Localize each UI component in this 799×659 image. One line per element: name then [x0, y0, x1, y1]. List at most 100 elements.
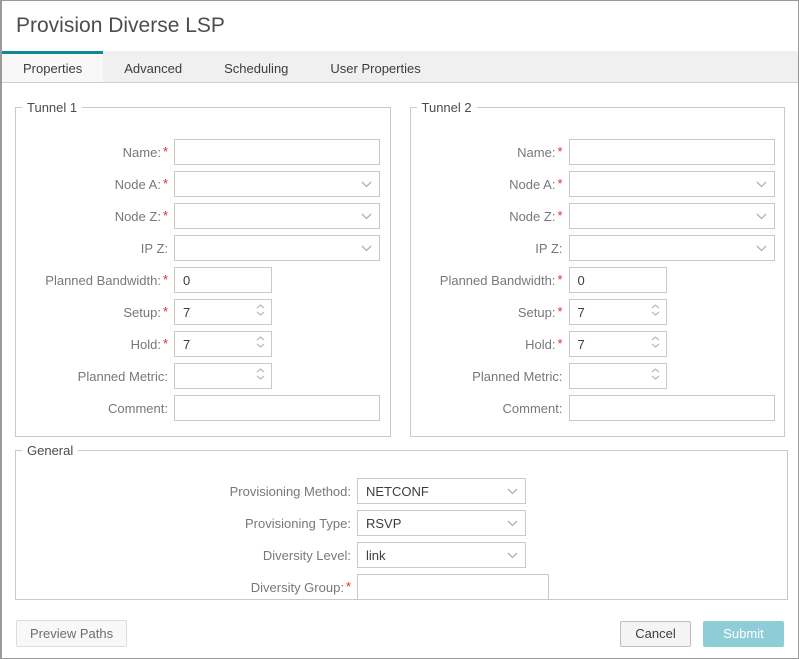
- field-label: Planned Bandwidth:: [45, 272, 161, 288]
- spinner-up-icon[interactable]: [651, 336, 660, 341]
- tunnel1-fieldset: Tunnel 1 Name: * Node A: * Node Z: * IP …: [15, 100, 391, 437]
- provisioning-method-select[interactable]: [357, 478, 526, 504]
- field-label: Node A:: [114, 176, 161, 192]
- form-row: Planned Bandwidth: *: [16, 267, 390, 293]
- required-marker: *: [557, 175, 563, 191]
- provisioning-type-select[interactable]: [357, 510, 526, 536]
- tunnel2-fieldset: Tunnel 2 Name: * Node A: * Node Z: * IP …: [409, 100, 785, 437]
- tunnel2-node-z-select[interactable]: [568, 203, 775, 229]
- spinner-down-icon[interactable]: [651, 343, 660, 348]
- form-row: Planned Metric:: [411, 363, 785, 389]
- tunnel1-node-z-select[interactable]: [174, 203, 380, 229]
- form-row: Comment:: [411, 395, 785, 421]
- tab-properties[interactable]: Properties: [2, 51, 104, 82]
- form-row: Provisioning Type:: [16, 510, 787, 536]
- form-row: Node Z: *: [16, 203, 390, 229]
- cancel-button[interactable]: Cancel: [620, 620, 691, 647]
- field-label: IP Z:: [140, 240, 168, 256]
- form-row: Diversity Level:: [16, 542, 787, 568]
- form-row: Node Z: *: [411, 203, 785, 229]
- form-row: IP Z:: [16, 235, 390, 261]
- field-label: Planned Metric:: [472, 368, 563, 384]
- diversity-level-select[interactable]: [357, 542, 526, 568]
- form-row: Setup: *: [411, 299, 785, 325]
- form-row: Hold: *: [411, 331, 785, 357]
- form-row: Planned Metric:: [16, 363, 390, 389]
- form-row: IP Z:: [411, 235, 785, 261]
- required-marker: *: [162, 175, 168, 191]
- required-marker: *: [345, 578, 351, 594]
- tunnel2-comment-input[interactable]: [568, 395, 775, 421]
- field-label: Name:: [517, 144, 556, 160]
- tab-bar: Properties Advanced Scheduling User Prop…: [2, 51, 798, 83]
- tunnel1-ip-z-select[interactable]: [174, 235, 380, 261]
- field-label: Node A:: [509, 176, 556, 192]
- required-marker: *: [162, 207, 168, 223]
- required-marker: *: [557, 143, 563, 159]
- general-legend: General: [27, 443, 74, 458]
- form-row: Diversity Group: *: [16, 574, 787, 600]
- form-row: Setup: *: [16, 299, 390, 325]
- tunnel2-node-a-select[interactable]: [568, 171, 775, 197]
- form-row: Provisioning Method:: [16, 478, 787, 504]
- field-label: Provisioning Method:: [229, 483, 351, 499]
- required-marker: *: [557, 335, 563, 351]
- required-marker: *: [162, 335, 168, 351]
- form-row: Planned Bandwidth: *: [411, 267, 785, 293]
- tunnel2-ip-z-select[interactable]: [568, 235, 775, 261]
- required-marker: *: [557, 271, 563, 287]
- tunnel1-node-a-select[interactable]: [174, 171, 380, 197]
- tunnels-section: Tunnel 1 Name: * Node A: * Node Z: * IP …: [15, 100, 785, 437]
- tab-scheduling[interactable]: Scheduling: [203, 51, 309, 82]
- tunnel2-name-input[interactable]: [568, 139, 775, 165]
- preview-paths-button[interactable]: Preview Paths: [16, 620, 128, 647]
- field-label: Comment:: [108, 400, 168, 416]
- spinner-down-icon[interactable]: [651, 375, 660, 380]
- diversity-group-input[interactable]: [357, 574, 549, 600]
- field-label: Setup:: [123, 304, 161, 320]
- field-label: Comment:: [502, 400, 563, 416]
- form-row: Hold: *: [16, 331, 390, 357]
- spinner-down-icon[interactable]: [256, 311, 265, 316]
- required-marker: *: [162, 271, 168, 287]
- spinner-up-icon[interactable]: [256, 304, 265, 309]
- field-label: Diversity Group:: [250, 579, 344, 595]
- dialog-footer: Preview Paths Cancel Submit: [2, 600, 798, 647]
- spinner-up-icon[interactable]: [256, 336, 265, 341]
- tunnel1-legend: Tunnel 1: [27, 100, 78, 115]
- required-marker: *: [162, 143, 168, 159]
- spinner-down-icon[interactable]: [256, 375, 265, 380]
- form-row: Name: *: [411, 139, 785, 165]
- field-label: Setup:: [517, 304, 556, 320]
- spinner-up-icon[interactable]: [651, 368, 660, 373]
- field-label: Planned Bandwidth:: [439, 272, 556, 288]
- tab-advanced[interactable]: Advanced: [103, 51, 203, 82]
- field-label: Diversity Level:: [262, 547, 351, 563]
- tunnel2-planned-bandwidth-input[interactable]: [568, 267, 667, 293]
- form-row: Node A: *: [411, 171, 785, 197]
- field-label: Name:: [122, 144, 161, 160]
- spinner-down-icon[interactable]: [651, 311, 660, 316]
- spinner-up-icon[interactable]: [651, 304, 660, 309]
- tunnel1-planned-bandwidth-input[interactable]: [174, 267, 272, 293]
- field-label: Provisioning Type:: [245, 515, 351, 531]
- page-title: Provision Diverse LSP: [16, 14, 225, 37]
- required-marker: *: [557, 207, 563, 223]
- tab-user-properties[interactable]: User Properties: [309, 51, 441, 82]
- field-label: Node Z:: [114, 208, 161, 224]
- submit-button[interactable]: Submit: [703, 620, 784, 647]
- required-marker: *: [557, 303, 563, 319]
- general-fieldset: General Provisioning Method: Provisionin…: [15, 443, 788, 600]
- tunnel1-name-input[interactable]: [174, 139, 380, 165]
- field-label: Node Z:: [509, 208, 556, 224]
- provision-diverse-lsp-dialog: Provision Diverse LSP Properties Advance…: [0, 0, 799, 659]
- spinner-up-icon[interactable]: [256, 368, 265, 373]
- tab-content: Tunnel 1 Name: * Node A: * Node Z: * IP …: [2, 83, 798, 600]
- field-label: Planned Metric:: [77, 368, 168, 384]
- field-label: Hold:: [130, 336, 161, 352]
- tunnel1-comment-input[interactable]: [174, 395, 380, 421]
- required-marker: *: [162, 303, 168, 319]
- field-label: IP Z:: [535, 240, 563, 256]
- spinner-down-icon[interactable]: [256, 343, 265, 348]
- tunnel2-legend: Tunnel 2: [421, 100, 472, 115]
